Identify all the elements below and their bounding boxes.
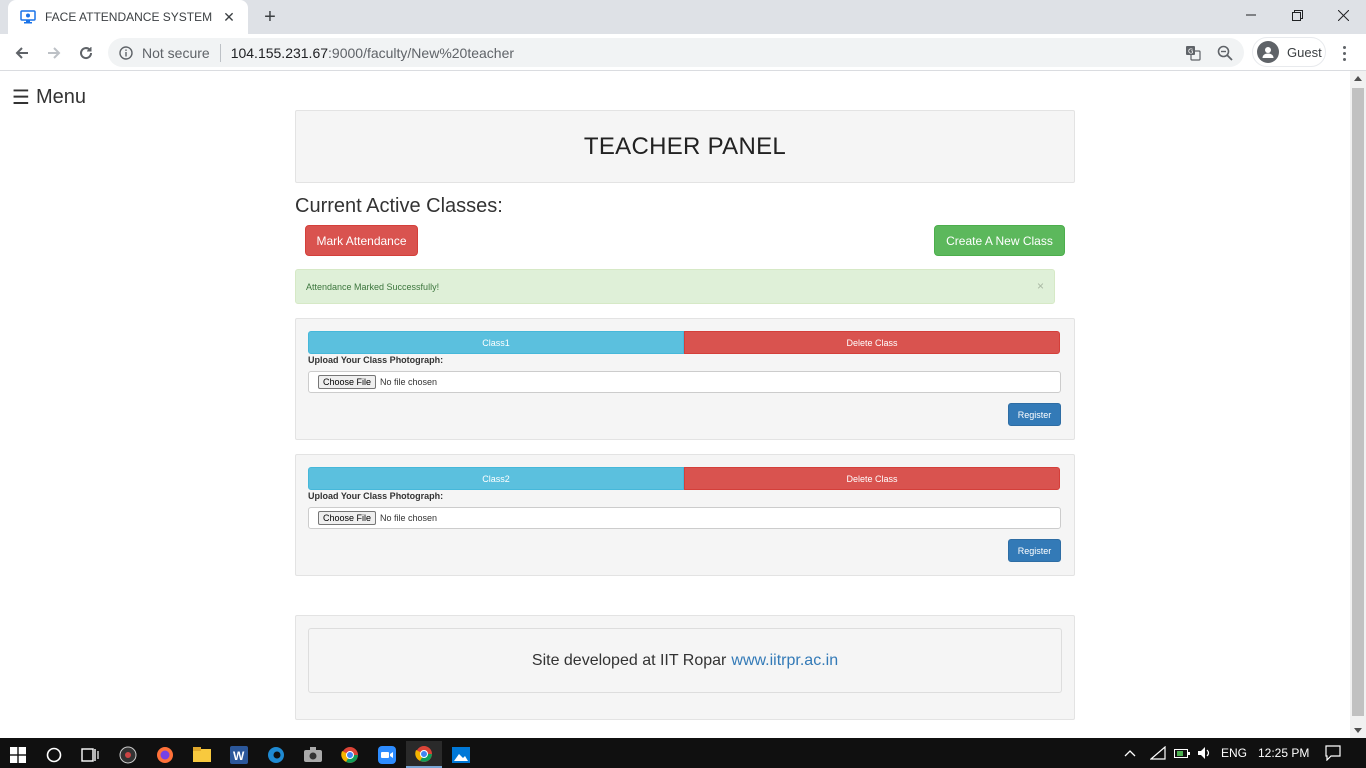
zoom-out-icon[interactable] — [1216, 44, 1234, 62]
reload-icon[interactable] — [72, 39, 100, 67]
mark-attendance-button[interactable]: Mark Attendance — [305, 225, 418, 256]
page-viewport: ☰ Menu TEACHER PANEL Current Active Clas… — [0, 71, 1350, 738]
volume-icon[interactable] — [1197, 738, 1213, 768]
firefox-icon[interactable] — [147, 741, 183, 768]
hamburger-icon: ☰ — [12, 87, 30, 109]
page-scrollbar[interactable] — [1350, 71, 1366, 738]
zoom-app-icon[interactable] — [369, 741, 405, 768]
show-hidden-icons[interactable] — [1124, 738, 1136, 768]
file-input[interactable]: Choose File No file chosen — [308, 507, 1061, 529]
footer-link[interactable]: www.iitrpr.ac.in — [731, 652, 838, 670]
upload-label: Upload Your Class Photograph: — [308, 491, 444, 501]
panel-header: TEACHER PANEL — [295, 110, 1075, 183]
scrollbar-thumb[interactable] — [1352, 88, 1364, 716]
url-text: 104.155.231.67:9000/faculty/New%20teache… — [231, 45, 514, 61]
class-name-button[interactable]: Class2 — [308, 467, 684, 490]
file-status: No file chosen — [380, 513, 438, 523]
page-title: TEACHER PANEL — [583, 132, 787, 160]
profile-button[interactable]: Guest — [1252, 37, 1326, 67]
wifi-icon[interactable] — [1150, 738, 1166, 768]
guest-avatar-icon — [1257, 41, 1279, 63]
class-card: Class2 Delete Class Upload Your Class Ph… — [295, 454, 1075, 576]
choose-file-button[interactable]: Choose File — [318, 375, 377, 389]
search-circle-icon[interactable] — [36, 741, 72, 768]
url-host: 104.155.231.67 — [230, 44, 329, 61]
windows-start-icon[interactable] — [0, 741, 36, 768]
delete-class-button[interactable]: Delete Class — [684, 467, 1060, 490]
chrome-active-icon[interactable] — [406, 741, 442, 768]
tab-title: FACE ATTENDANCE SYSTEM — [45, 10, 213, 24]
windows-taskbar: W ENG 12:25 PM — [0, 738, 1366, 768]
chrome-icon[interactable] — [332, 741, 368, 768]
photos-icon[interactable] — [443, 741, 479, 768]
alert-message: Attendance Marked Successfully! — [306, 281, 440, 292]
class-name-button[interactable]: Class1 — [308, 331, 684, 354]
footer-panel: Site developed at IIT Ropar www.iitrpr.a… — [308, 628, 1062, 693]
translate-icon[interactable]: G — [1184, 44, 1202, 62]
browser-tab[interactable]: FACE ATTENDANCE SYSTEM ✕ — [8, 0, 248, 34]
monitor-favicon-icon — [20, 9, 36, 25]
back-icon[interactable] — [8, 39, 36, 67]
omnibox-separator — [219, 43, 221, 62]
tab-close-icon[interactable]: ✕ — [220, 9, 238, 26]
active-classes-heading: Current Active Classes: — [295, 195, 503, 217]
register-button[interactable]: Register — [1008, 539, 1061, 562]
task-view-icon[interactable] — [72, 741, 108, 768]
success-alert: Attendance Marked Successfully! × — [295, 269, 1055, 304]
file-explorer-icon[interactable] — [184, 741, 220, 768]
notifications-icon[interactable] — [1325, 738, 1341, 768]
alert-close-icon[interactable]: × — [1037, 279, 1044, 293]
footer-text: Site developed at IIT Ropar — [531, 651, 727, 669]
class-card: Class1 Delete Class Upload Your Class Ph… — [295, 318, 1075, 440]
choose-file-button[interactable]: Choose File — [318, 511, 377, 525]
create-class-button[interactable]: Create A New Class — [934, 225, 1065, 256]
camera-icon[interactable] — [295, 741, 331, 768]
svg-text:W: W — [233, 749, 245, 763]
language-indicator[interactable]: ENG — [1221, 738, 1247, 768]
menu-label: Menu — [35, 86, 86, 108]
address-bar[interactable]: Not secure 104.155.231.67:9000/faculty/N… — [108, 38, 1244, 67]
scroll-down-icon[interactable] — [1354, 728, 1362, 733]
window-close-icon[interactable] — [1320, 0, 1366, 30]
upload-label: Upload Your Class Photograph: — [308, 355, 444, 365]
restore-icon[interactable] — [1274, 0, 1320, 30]
scroll-up-icon[interactable] — [1354, 76, 1362, 81]
battery-icon[interactable] — [1174, 738, 1190, 768]
edge-icon[interactable] — [258, 741, 294, 768]
delete-class-button[interactable]: Delete Class — [684, 331, 1060, 354]
profile-label: Guest — [1287, 44, 1322, 60]
file-input[interactable]: Choose File No file chosen — [308, 371, 1061, 393]
obs-icon[interactable] — [110, 741, 146, 768]
menu-toggle[interactable]: ☰ Menu — [12, 85, 86, 110]
new-tab-icon[interactable]: + — [258, 5, 282, 29]
url-path: :9000/faculty/New%20teacher — [328, 44, 515, 61]
clock[interactable]: 12:25 PM — [1258, 738, 1309, 768]
browser-tab-strip: FACE ATTENDANCE SYSTEM ✕ + — [0, 0, 1366, 34]
svg-text:G: G — [1188, 48, 1193, 56]
footer: Site developed at IIT Ropar www.iitrpr.a… — [295, 615, 1075, 720]
security-status: Not secure — [142, 44, 210, 61]
forward-icon[interactable] — [40, 39, 68, 67]
minimize-icon[interactable] — [1228, 0, 1274, 30]
word-icon[interactable]: W — [221, 741, 257, 768]
info-icon[interactable] — [118, 45, 134, 61]
file-status: No file chosen — [380, 377, 438, 387]
browser-toolbar: Not secure 104.155.231.67:9000/faculty/N… — [0, 34, 1366, 71]
register-button[interactable]: Register — [1008, 403, 1061, 426]
browser-menu-icon[interactable] — [1336, 42, 1352, 64]
